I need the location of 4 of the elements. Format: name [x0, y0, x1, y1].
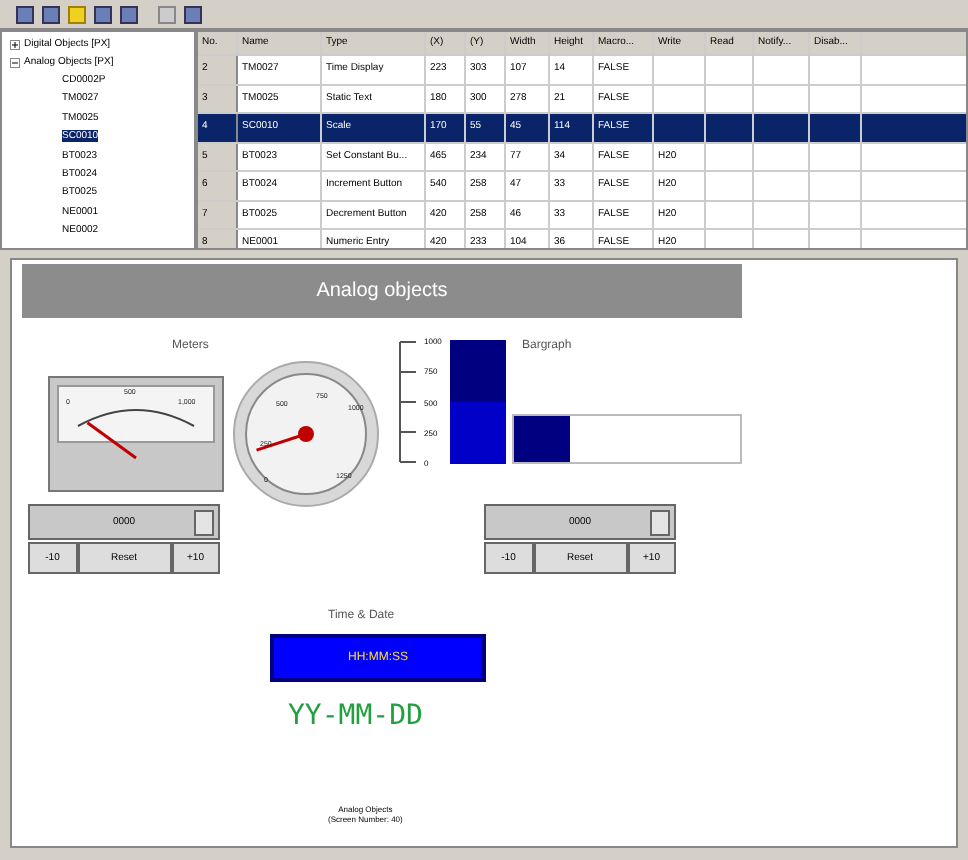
- screen-header: Analog objects: [22, 264, 742, 318]
- collapse-icon[interactable]: [10, 58, 20, 68]
- expand-icon[interactable]: [10, 40, 20, 50]
- date-display: YY-MM-DD: [288, 700, 423, 732]
